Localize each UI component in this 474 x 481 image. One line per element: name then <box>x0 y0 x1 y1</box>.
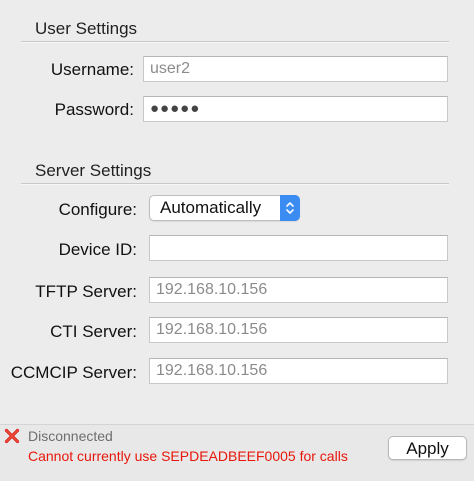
cti-server-label: CTI Server: <box>50 322 137 341</box>
user-settings-title: User Settings <box>35 19 138 38</box>
password-label: Password: <box>54 100 134 119</box>
server-settings-divider <box>21 183 449 185</box>
password-field[interactable]: ●●●●● <box>143 96 448 122</box>
configure-select[interactable]: Automatically <box>149 195 300 221</box>
cti-server-field[interactable]: 192.168.10.156 <box>149 317 448 343</box>
tftp-server-label: TFTP Server: <box>35 282 137 301</box>
error-message: Cannot currently use SEPDEADBEEF0005 for… <box>28 448 348 464</box>
user-settings-divider <box>21 41 449 43</box>
username-label: Username: <box>50 60 134 79</box>
footer-divider <box>0 424 474 425</box>
username-field[interactable]: user2 <box>143 56 448 82</box>
device-id-label: Device ID: <box>58 240 137 259</box>
chevron-up-down-icon <box>280 195 300 221</box>
connection-status: Disconnected <box>28 428 113 444</box>
server-settings-title: Server Settings <box>35 161 152 180</box>
settings-panel: User Settings Username: user2 Password: … <box>0 0 474 424</box>
x-error-icon <box>4 428 20 444</box>
settings-window: User Settings Username: user2 Password: … <box>0 0 474 481</box>
configure-label: Configure: <box>58 200 137 219</box>
configure-select-value: Automatically <box>160 198 262 217</box>
tftp-server-field[interactable]: 192.168.10.156 <box>149 277 448 303</box>
device-id-field[interactable] <box>149 235 448 261</box>
ccmcip-server-field[interactable]: 192.168.10.156 <box>149 358 448 384</box>
ccmcip-server-label: CCMCIP Server: <box>10 363 137 382</box>
apply-button[interactable]: Apply <box>388 436 467 460</box>
